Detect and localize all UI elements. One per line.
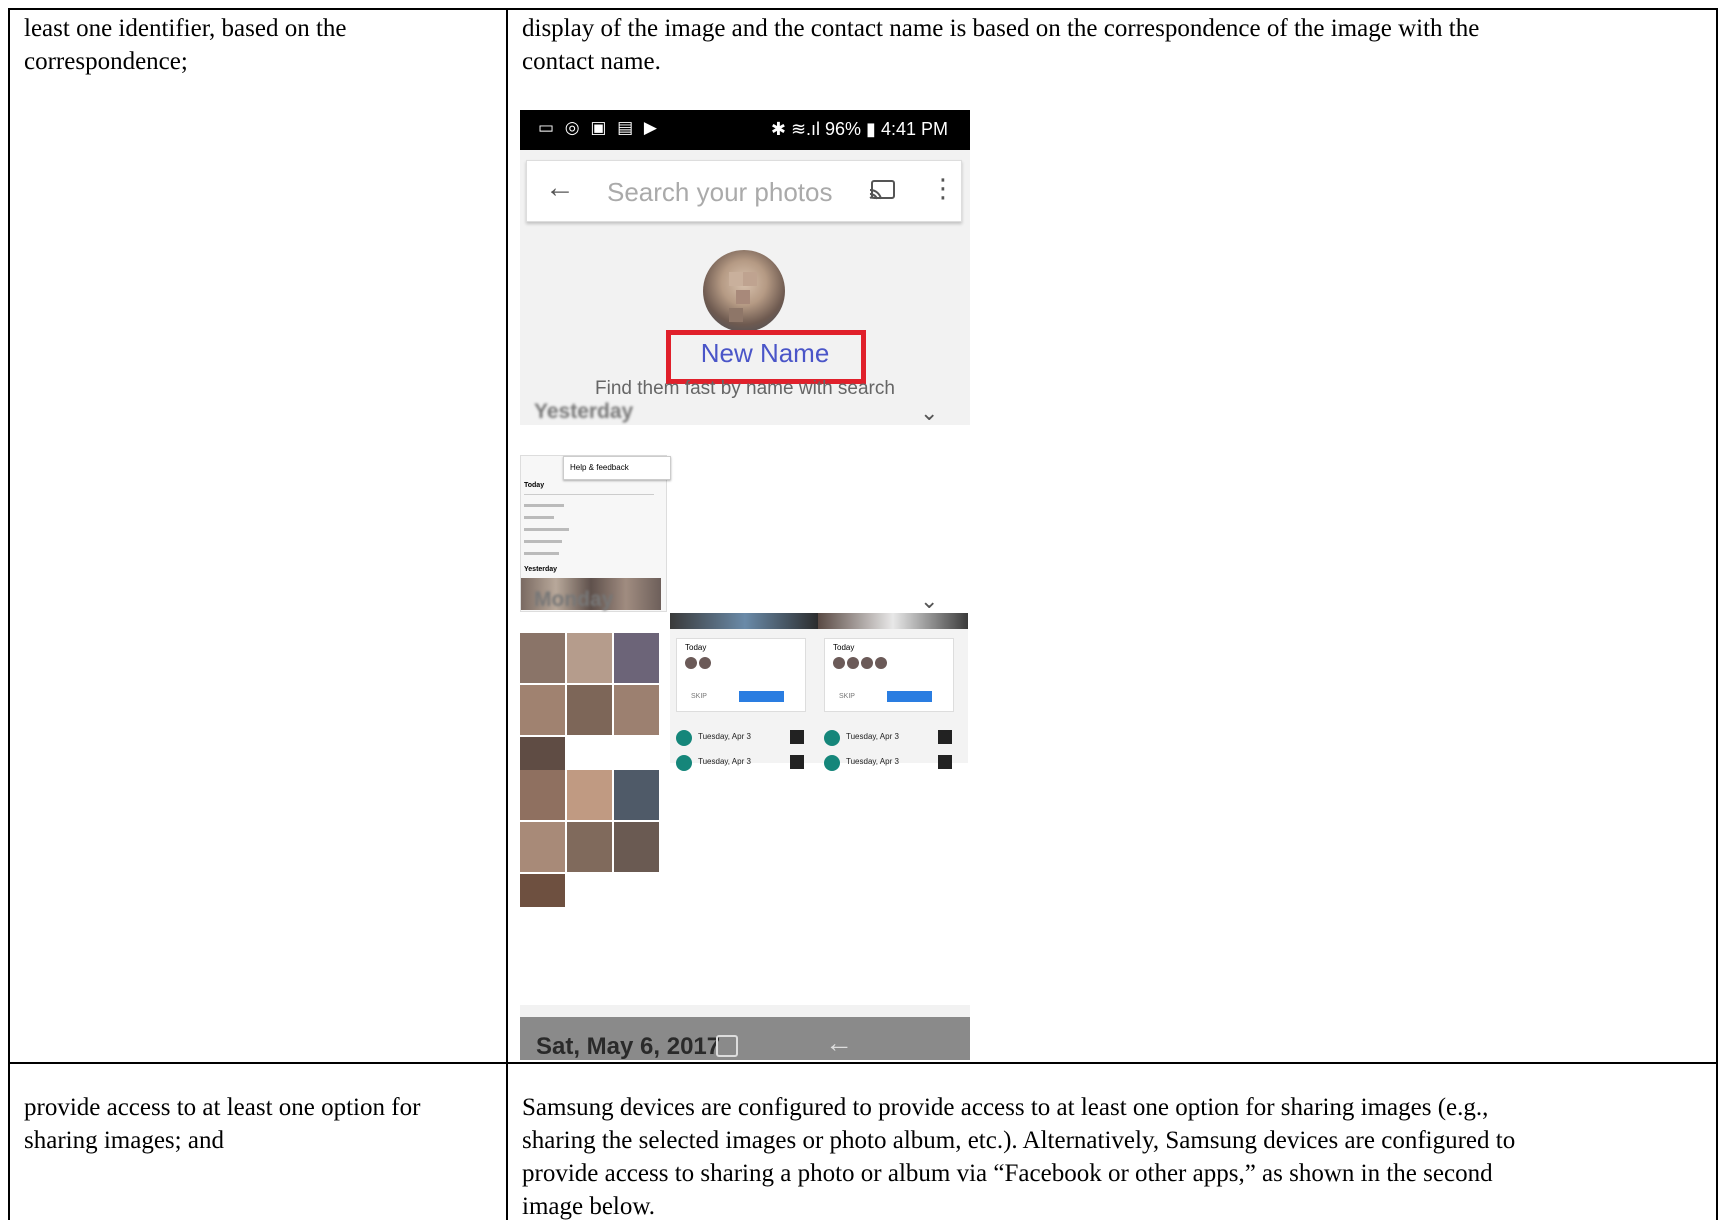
avatar[interactable] <box>703 250 785 332</box>
evidence-line: image below. <box>522 1193 656 1220</box>
photo-thumbnail[interactable] <box>614 685 659 735</box>
evidence-text-2: Samsung devices are configured to provid… <box>522 1091 1515 1223</box>
back-arrow-icon[interactable]: ← <box>545 171 575 205</box>
row-icon <box>790 755 804 769</box>
mini-divider <box>524 494 654 495</box>
row-icon <box>938 755 952 769</box>
photo-thumbnail[interactable] <box>567 633 612 683</box>
face-thumb <box>685 657 697 669</box>
card-header-photo <box>818 613 968 629</box>
photo-thumbnail[interactable] <box>614 770 659 820</box>
mini-line <box>524 504 564 507</box>
table-column-divider <box>506 8 508 1220</box>
avatar-pixel <box>743 272 757 286</box>
evidence-line: contact name. <box>522 48 661 75</box>
card-screenshot[interactable]: Today SKIP Tuesday, Apr 3 Tuesday, Apr 3 <box>670 613 820 771</box>
section-title: Monday <box>534 588 614 611</box>
row-text: Tuesday, Apr 3 <box>846 732 899 741</box>
card-inner: Today SKIP <box>824 638 954 712</box>
avatar-pixel <box>729 308 743 322</box>
photo-thumbnail[interactable] <box>614 633 659 683</box>
mini-line <box>524 528 569 531</box>
photo-thumbnail[interactable] <box>567 685 612 735</box>
evidence-line: Samsung devices are configured to provid… <box>522 1094 1489 1121</box>
recent-apps-icon[interactable] <box>716 1035 738 1057</box>
claim-element-2: provide access to at least one option fo… <box>24 1091 420 1157</box>
claim-element-1: least one identifier, based on the corre… <box>24 12 347 78</box>
table-row-divider <box>8 1062 1718 1064</box>
mini-line <box>524 516 554 519</box>
face-thumb <box>847 657 859 669</box>
row-avatar <box>676 730 692 746</box>
table-border-left <box>8 8 10 1220</box>
mini-label: Yesterday <box>524 566 558 573</box>
face-thumb <box>861 657 873 669</box>
row-icon <box>938 730 952 744</box>
search-input[interactable]: Search your photos <box>607 177 832 208</box>
row-avatar <box>676 755 692 771</box>
photo-thumbnail[interactable] <box>520 874 565 907</box>
photo-thumbnail[interactable] <box>567 770 612 820</box>
claim-line: least one identifier, based on the <box>24 15 347 42</box>
avatar-pixel <box>729 272 743 286</box>
photo-thumbnail[interactable] <box>567 822 612 872</box>
evidence-line: display of the image and the contact nam… <box>522 15 1480 42</box>
chevron-down-icon[interactable]: ⌄ <box>920 588 938 614</box>
claim-line: sharing images; and <box>24 1127 224 1154</box>
section-title: Yesterday <box>534 400 634 423</box>
contact-name[interactable]: New Name <box>670 338 860 369</box>
mini-label: Today <box>524 482 545 489</box>
cast-icon[interactable] <box>869 180 895 200</box>
claim-line: correspondence; <box>24 48 188 75</box>
face-thumb <box>699 657 711 669</box>
search-bar[interactable]: ← Search your photos ⋮ <box>526 160 962 222</box>
photo-thumbnail[interactable] <box>520 685 565 735</box>
navigation-bar: Sat, May 6, 2017 ← <box>520 1017 970 1060</box>
review-button[interactable] <box>887 691 932 702</box>
photo-thumbnail[interactable] <box>520 737 565 770</box>
row-avatar <box>824 730 840 746</box>
evidence-text-1: display of the image and the contact nam… <box>522 12 1479 78</box>
card-label: Today <box>685 643 707 652</box>
photo-thumbnail[interactable] <box>520 633 565 683</box>
card-label: Today <box>833 643 855 652</box>
photo-thumbnail[interactable] <box>614 822 659 872</box>
date-label: Sat, May 6, 2017 <box>536 1033 721 1060</box>
row-text: Tuesday, Apr 3 <box>698 732 751 741</box>
status-left-icons: ▭ ◎ ▣ ▤ ▶ <box>538 118 660 137</box>
evidence-line: provide access to sharing a photo or alb… <box>522 1160 1493 1187</box>
mini-line <box>524 552 559 555</box>
review-button[interactable] <box>739 691 784 702</box>
search-hint: Find them fast by name with search <box>595 378 895 399</box>
more-vert-icon[interactable]: ⋮ <box>930 173 956 204</box>
card-screenshot[interactable]: Today SKIP Tuesday, Apr 3 Tuesday, Apr 3 <box>818 613 968 771</box>
row-avatar <box>824 755 840 771</box>
skip-button[interactable]: SKIP <box>691 693 707 700</box>
photo-thumbnail[interactable] <box>520 822 565 872</box>
skip-button[interactable]: SKIP <box>839 693 855 700</box>
card-inner: Today SKIP <box>676 638 806 712</box>
evidence-line: sharing the selected images or photo alb… <box>522 1127 1516 1154</box>
row-icon <box>790 730 804 744</box>
mini-menu: Help & feedback <box>563 456 671 480</box>
card-header-photo <box>670 613 820 629</box>
chevron-down-icon[interactable]: ⌄ <box>920 400 938 426</box>
status-right: ✱ ≋.ıl 96% ▮ 4:41 PM <box>770 119 948 139</box>
status-bar: ▭ ◎ ▣ ▤ ▶ ✱ ≋.ıl 96% ▮ 4:41 PM <box>520 110 970 150</box>
row-text: Tuesday, Apr 3 <box>698 757 751 766</box>
row-text: Tuesday, Apr 3 <box>846 757 899 766</box>
avatar-pixel <box>736 290 750 304</box>
table-border-top <box>8 8 1718 10</box>
claim-line: provide access to at least one option fo… <box>24 1094 421 1121</box>
mini-line <box>524 540 562 543</box>
nav-back-icon[interactable]: ← <box>825 1027 853 1059</box>
face-thumb <box>833 657 845 669</box>
face-thumb <box>875 657 887 669</box>
photo-thumbnail[interactable] <box>520 770 565 820</box>
phone-screenshot: ▭ ◎ ▣ ▤ ▶ ✱ ≋.ıl 96% ▮ 4:41 PM ← Search … <box>520 110 970 1060</box>
